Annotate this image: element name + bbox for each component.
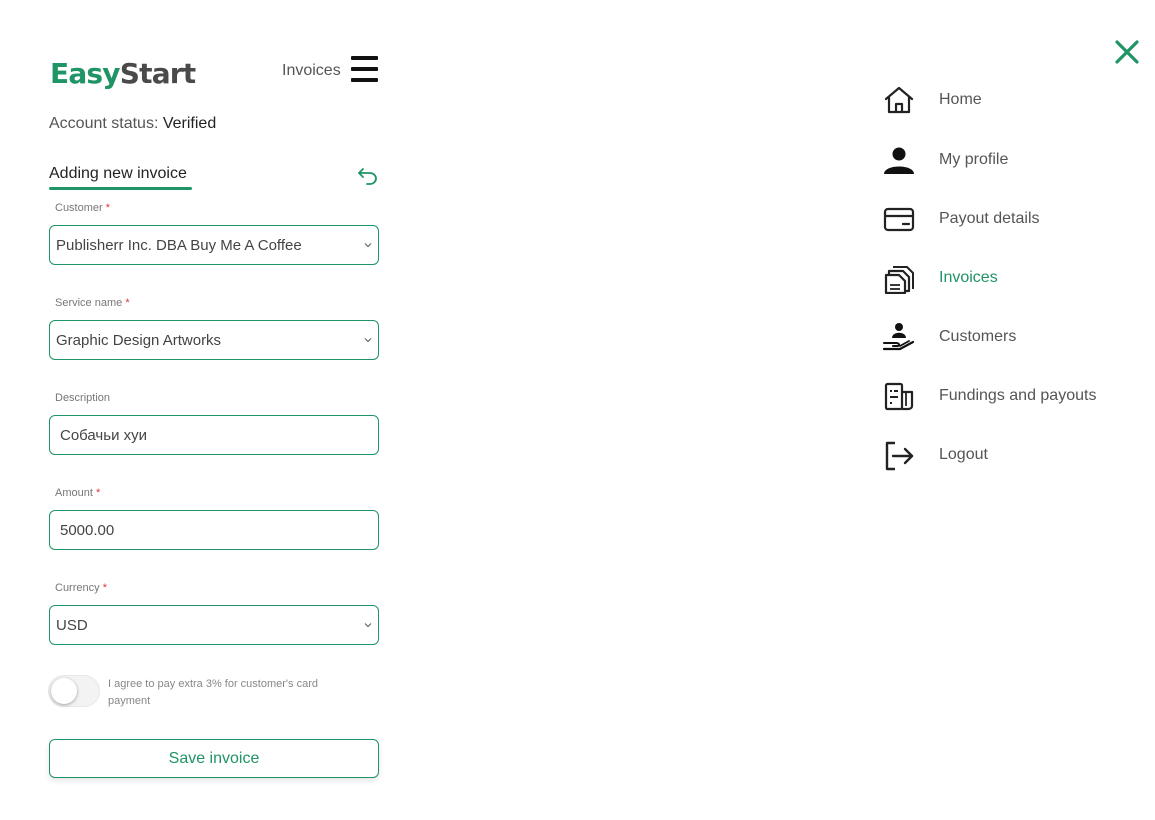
menu-item-label: My profile <box>939 151 1009 168</box>
service-label: Service name * <box>55 296 130 310</box>
save-invoice-button[interactable]: Save invoice <box>49 739 379 778</box>
currency-select[interactable]: USD <box>49 605 379 645</box>
currency-label: Currency * <box>55 581 107 595</box>
menu-item-label: Home <box>939 91 982 108</box>
service-label-text: Service name <box>55 297 123 309</box>
invoices-icon <box>884 266 914 294</box>
form-title: Adding new invoice <box>49 165 187 182</box>
chevron-down-icon <box>364 623 372 628</box>
hamburger-menu-icon[interactable] <box>351 56 378 82</box>
menu-item-my-profile[interactable]: My profile <box>880 140 1140 180</box>
service-select-value: Graphic Design Artworks <box>56 332 222 349</box>
account-status-value: Verified <box>162 115 217 132</box>
menu-item-label: Fundings and payouts <box>939 387 1097 404</box>
close-icon[interactable] <box>1114 39 1140 65</box>
amount-input[interactable]: 5000.00 <box>49 510 379 550</box>
service-select[interactable]: Graphic Design Artworks <box>49 320 379 360</box>
menu-item-label: Payout details <box>939 210 1040 227</box>
customer-label-text: Customer <box>55 202 103 214</box>
required-mark: * <box>95 487 101 499</box>
user-icon <box>884 147 914 174</box>
chevron-down-icon <box>364 338 372 343</box>
description-input-value: Собачьи хуи <box>60 427 147 444</box>
menu-item-label: Invoices <box>939 269 998 286</box>
logo-part-start: Start <box>119 57 196 90</box>
customers-icon <box>882 323 915 351</box>
currency-select-value: USD <box>56 617 88 634</box>
menu-item-customers[interactable]: Customers <box>880 317 1140 357</box>
chevron-down-icon <box>364 243 372 248</box>
app-logo[interactable]: EasyStart <box>50 56 196 92</box>
form-title-underline <box>49 187 192 190</box>
currency-label-text: Currency <box>55 582 100 594</box>
menu-item-label: Logout <box>939 446 988 463</box>
description-input[interactable]: Собачьи хуи <box>49 415 379 455</box>
amount-label: Amount * <box>55 486 100 500</box>
menu-item-home[interactable]: Home <box>880 80 1140 120</box>
header-page-label: Invoices <box>282 62 341 79</box>
description-label-text: Description <box>55 392 111 404</box>
toggle-knob <box>51 678 77 704</box>
required-mark: * <box>125 297 130 309</box>
card-icon <box>883 207 915 232</box>
logout-icon <box>885 441 914 471</box>
amount-input-value: 5000.00 <box>60 522 115 539</box>
logo-part-easy: Easy <box>50 57 121 90</box>
home-icon <box>884 86 914 114</box>
customer-label: Customer * <box>55 201 110 215</box>
fundings-icon <box>884 382 914 411</box>
description-label: Description <box>55 391 110 405</box>
menu-item-invoices[interactable]: Invoices <box>880 258 1140 298</box>
menu-item-label: Customers <box>939 328 1017 345</box>
account-status: Account status: Verified <box>49 114 216 134</box>
menu-item-logout[interactable]: Logout <box>880 435 1140 475</box>
menu-item-payout-details[interactable]: Payout details <box>880 199 1140 239</box>
customer-select[interactable]: Publisherr Inc. DBA Buy Me A Coffee <box>49 225 379 265</box>
required-mark: * <box>102 582 107 594</box>
amount-label-text: Amount <box>55 487 93 499</box>
account-status-label: Account status: <box>49 115 159 132</box>
card-fee-toggle[interactable] <box>48 675 100 707</box>
customer-select-value: Publisherr Inc. DBA Buy Me A Coffee <box>56 237 302 254</box>
required-mark: * <box>105 202 111 214</box>
card-fee-toggle-label: I agree to pay extra 3% for customer's c… <box>108 678 318 707</box>
undo-back-icon[interactable] <box>357 166 379 186</box>
menu-item-fundings-and-payouts[interactable]: Fundings and payouts <box>880 376 1140 416</box>
